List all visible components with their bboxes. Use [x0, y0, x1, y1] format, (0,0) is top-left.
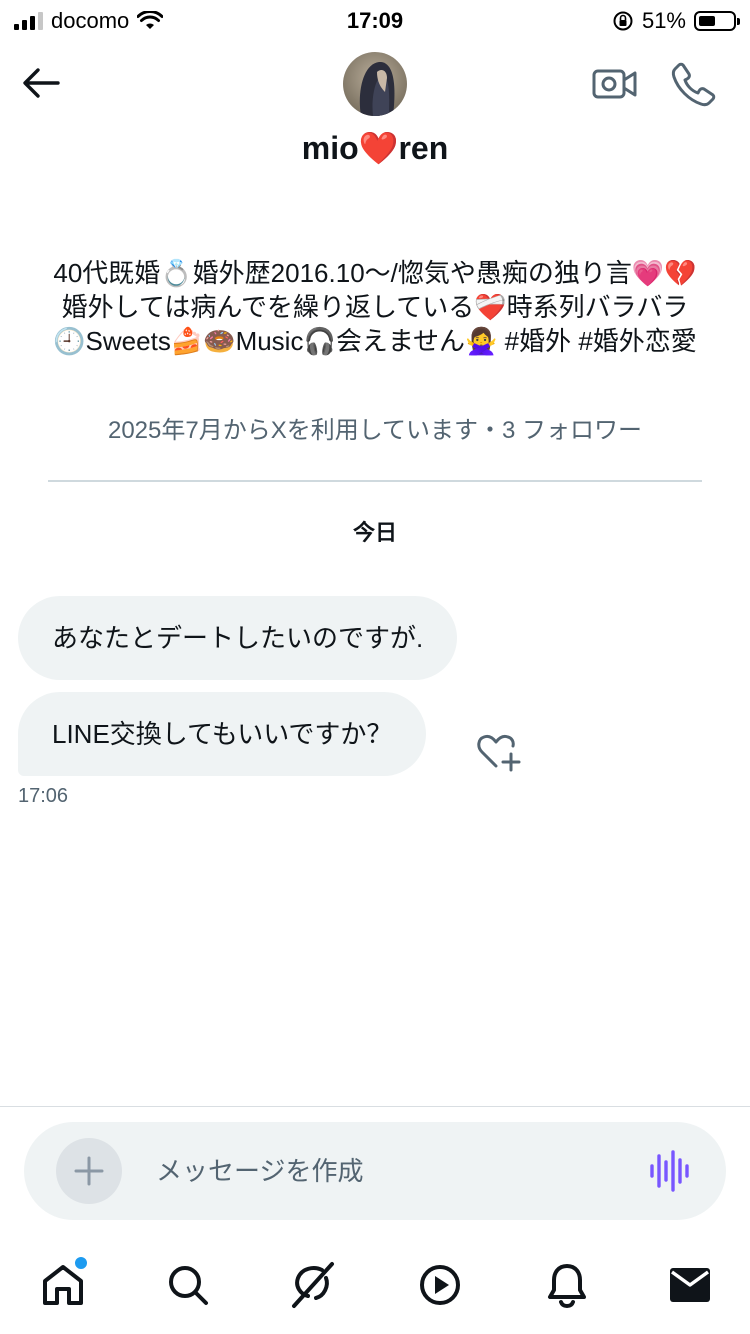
voice-waveform-icon — [650, 1150, 689, 1192]
display-name-text-2: ren — [398, 130, 449, 166]
tab-notifications[interactable] — [537, 1258, 597, 1312]
arrow-left-icon — [23, 68, 60, 98]
orientation-lock-icon — [613, 11, 633, 31]
profile-bio: 40代既婚💍婚外歴2016.10～/惚気や愚痴の独り言💗💔婚外しては病んでを繰り… — [53, 258, 697, 356]
message-text: LINE交換してもいいですか？ — [52, 719, 393, 749]
tab-video[interactable] — [410, 1258, 470, 1312]
date-separator: 今日 — [352, 520, 397, 545]
message-timestamp: 17:06 — [18, 785, 69, 807]
battery-icon — [694, 11, 740, 31]
divider — [48, 480, 702, 482]
composer-divider — [0, 1106, 750, 1107]
battery-fill — [699, 16, 715, 26]
joined-info[interactable]: 2025年7月からXを利用しています・3 フォロワー — [0, 414, 750, 448]
voice-message-button[interactable] — [648, 1150, 692, 1192]
play-icon — [420, 1265, 460, 1305]
phone-icon — [671, 62, 716, 107]
message-input[interactable] — [140, 1140, 610, 1202]
mail-icon — [670, 1268, 710, 1302]
tab-grok[interactable] — [283, 1258, 343, 1312]
plus-icon — [74, 1156, 104, 1186]
avatar-image — [343, 52, 407, 116]
react-button[interactable] — [474, 728, 524, 774]
video-camera-icon — [592, 69, 637, 99]
add-media-button[interactable] — [56, 1138, 122, 1204]
message-bubble[interactable]: LINE交換してもいいですか？ — [18, 692, 427, 776]
display-name: mio❤️ren — [0, 126, 750, 170]
battery-percent: 51% — [641, 8, 686, 33]
heart-emoji: ❤️ — [358, 130, 399, 166]
message-bubble[interactable]: あなたとデートしたいのですが. — [18, 596, 458, 680]
tab-search[interactable] — [158, 1258, 218, 1312]
grok-icon — [292, 1262, 334, 1308]
back-button[interactable] — [18, 60, 64, 106]
video-call-button[interactable] — [590, 62, 640, 106]
call-button[interactable] — [670, 60, 718, 108]
tab-messages[interactable] — [660, 1258, 720, 1312]
notification-dot — [73, 1255, 89, 1271]
display-name-text: mio — [301, 130, 359, 166]
search-icon — [169, 1266, 208, 1305]
avatar[interactable] — [343, 52, 407, 116]
message-text: あなたとデートしたいのですが. — [52, 623, 424, 653]
bell-icon — [548, 1264, 586, 1308]
heart-plus-icon — [477, 734, 521, 772]
status-bar-right: 51% — [612, 6, 740, 36]
